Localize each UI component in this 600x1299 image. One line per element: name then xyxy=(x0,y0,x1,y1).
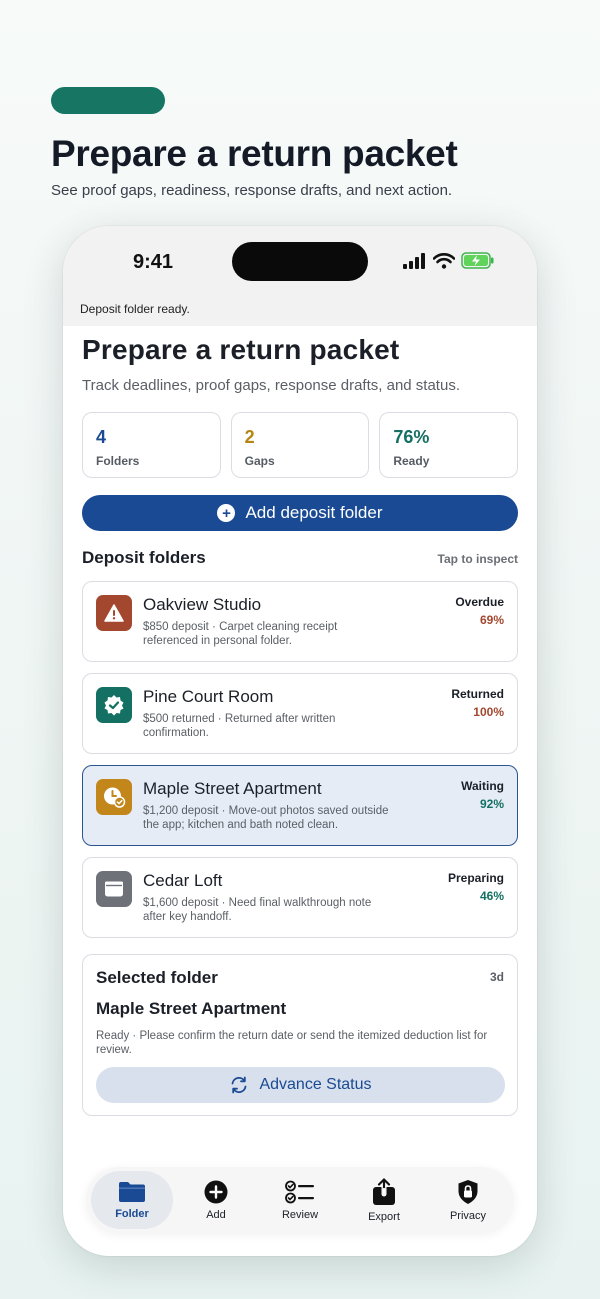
folder-percent: 92% xyxy=(479,797,504,811)
accent-pill xyxy=(51,87,165,114)
tab-label: Add xyxy=(206,1208,226,1221)
phone-frame: 9:41 Deposit folder ready. Prepare a ret… xyxy=(63,226,537,1256)
tab-label: Export xyxy=(368,1210,400,1223)
folder-description: $1,200 deposit · Move-out photos saved o… xyxy=(143,805,389,831)
folder-description: $850 deposit · Carpet cleaning receipt r… xyxy=(143,621,338,647)
add-button-label: Add deposit folder xyxy=(245,503,383,522)
folder-percent: 69% xyxy=(479,613,504,627)
section-title: Deposit folders xyxy=(82,548,206,567)
folder-status: Preparing xyxy=(447,871,504,885)
hero-title: Prepare a return packet xyxy=(51,133,458,174)
share-icon xyxy=(373,1177,395,1205)
status-time: 9:41 xyxy=(133,251,174,273)
folder-card-maple-street-apartment[interactable]: Maple Street Apartment $1,200 deposit · … xyxy=(82,765,518,846)
selected-folder-name: Maple Street Apartment xyxy=(96,999,287,1018)
page-title: Prepare a return packet xyxy=(82,334,400,365)
selected-folder-description: Ready · Please confirm the return date o… xyxy=(96,1030,488,1056)
selected-folder-heading: Selected folder xyxy=(96,968,218,987)
deposit-folders-header: Deposit folders Tap to inspect xyxy=(82,548,518,568)
lock-shield-icon xyxy=(458,1179,478,1204)
stat-value: 76% xyxy=(393,427,430,447)
plus-circle-icon: + xyxy=(217,504,236,522)
folder-status: Returned xyxy=(451,687,504,701)
stats-row: 4 Folders 2 Gaps 76% Ready xyxy=(82,412,519,478)
folder-percent: 100% xyxy=(473,705,504,719)
stat-card-folders: 4 Folders xyxy=(82,412,221,478)
toast-message: Deposit folder ready. xyxy=(80,302,190,316)
tab-folder[interactable]: Folder xyxy=(91,1171,173,1229)
dynamic-island xyxy=(232,242,368,281)
add-deposit-folder-button[interactable]: + Add deposit folder xyxy=(82,495,518,531)
section-hint: Tap to inspect xyxy=(437,552,518,566)
selected-folder-card: Selected folder 3d Maple Street Apartmen… xyxy=(82,954,518,1116)
folder-status: Waiting xyxy=(461,779,504,793)
stat-label: Ready xyxy=(393,454,430,468)
add-circle-icon xyxy=(204,1180,228,1203)
stat-card-ready: 76% Ready xyxy=(379,412,519,478)
stat-label: Gaps xyxy=(244,454,275,468)
verified-badge-icon xyxy=(96,687,132,723)
wifi-icon xyxy=(433,252,455,269)
tab-label: Folder xyxy=(115,1207,149,1220)
checklist-icon xyxy=(285,1180,314,1203)
folder-percent: 46% xyxy=(479,889,504,903)
tab-label: Privacy xyxy=(449,1209,487,1222)
advance-status-button[interactable]: Advance Status xyxy=(96,1067,505,1103)
advance-status-label: Advance Status xyxy=(259,1076,372,1093)
folder-card-cedar-loft[interactable]: Cedar Loft $1,600 deposit · Need final w… xyxy=(82,857,518,938)
tab-add[interactable]: Add xyxy=(175,1171,257,1229)
warning-icon xyxy=(96,595,132,631)
tab-bar: Folder Add Review Export Privacy xyxy=(86,1167,514,1233)
folder-card-pine-court-room[interactable]: Pine Court Room $500 returned · Returned… xyxy=(82,673,518,754)
folder-card-oakview-studio[interactable]: Oakview Studio $850 deposit · Carpet cle… xyxy=(82,581,518,662)
folder-status: Overdue xyxy=(455,595,504,609)
tab-review[interactable]: Review xyxy=(259,1171,341,1229)
selected-folder-days: 3d xyxy=(489,970,504,984)
hero-subtitle: See proof gaps, readiness, response draf… xyxy=(51,182,453,199)
battery-charging-icon xyxy=(461,252,494,269)
folder-name: Cedar Loft xyxy=(143,871,223,890)
folder-name: Oakview Studio xyxy=(143,595,262,614)
cellular-signal-icon xyxy=(403,252,425,269)
stat-value: 4 xyxy=(96,427,107,447)
tab-privacy[interactable]: Privacy xyxy=(427,1171,509,1229)
clock-check-icon xyxy=(96,779,132,815)
stat-value: 2 xyxy=(244,427,255,447)
status-icons xyxy=(403,252,495,269)
stat-label: Folders xyxy=(96,454,140,468)
window-icon xyxy=(96,871,132,907)
folder-description: $500 returned · Returned after written c… xyxy=(143,713,336,739)
folder-name: Pine Court Room xyxy=(143,687,274,706)
status-bar: 9:41 Deposit folder ready. xyxy=(63,226,537,326)
refresh-icon xyxy=(232,1076,247,1094)
page-subtitle: Track deadlines, proof gaps, response dr… xyxy=(82,377,460,394)
tab-label: Review xyxy=(281,1208,319,1221)
folder-icon xyxy=(119,1181,145,1202)
folder-name: Maple Street Apartment xyxy=(143,779,322,798)
folder-description: $1,600 deposit · Need final walkthrough … xyxy=(143,897,372,923)
tab-export[interactable]: Export xyxy=(343,1171,425,1229)
stat-card-gaps: 2 Gaps xyxy=(230,412,370,478)
